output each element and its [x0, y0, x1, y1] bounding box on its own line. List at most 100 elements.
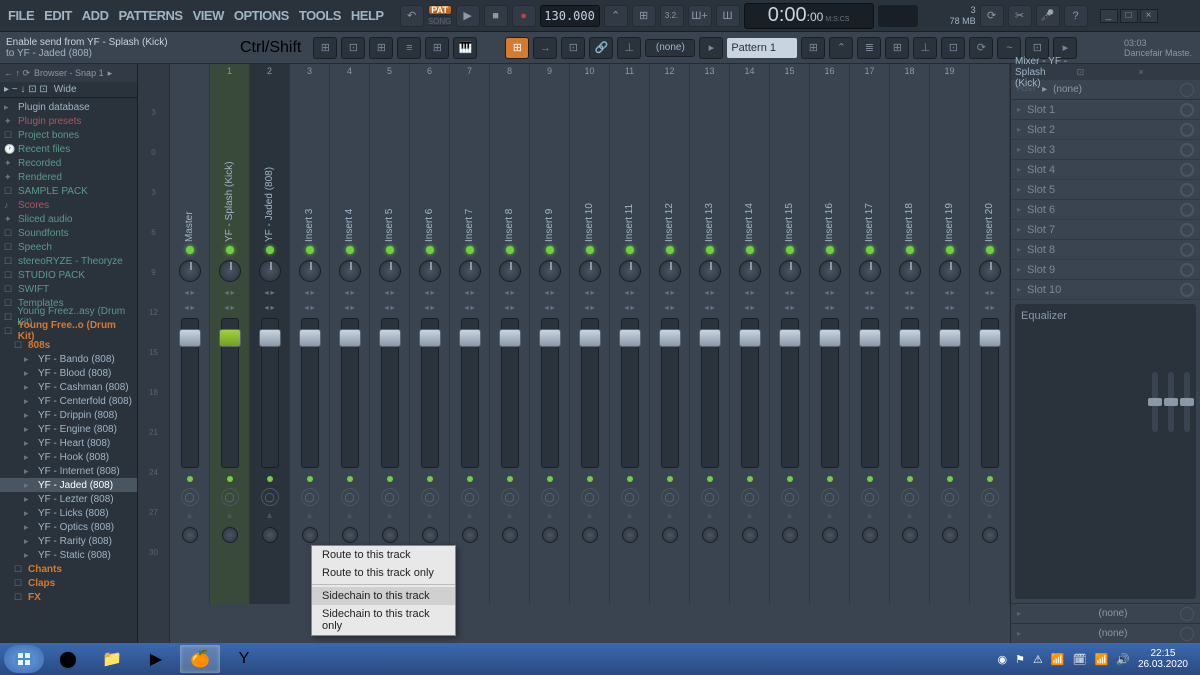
- tray-icon[interactable]: 🗓: [1073, 653, 1087, 666]
- pan-knob[interactable]: [379, 260, 401, 282]
- mic-button[interactable]: 🎤: [1036, 5, 1060, 27]
- send-knob[interactable]: ◯: [981, 488, 999, 506]
- mute-button[interactable]: [427, 476, 433, 482]
- pan-knob[interactable]: [419, 260, 441, 282]
- mixer-track[interactable]: 2YF - Jaded (808)◂▸◂▸◯▴: [250, 64, 290, 604]
- volume-fader[interactable]: [901, 318, 919, 468]
- pan-knob[interactable]: [939, 260, 961, 282]
- menu-help[interactable]: HELP: [347, 6, 388, 25]
- volume-fader[interactable]: [741, 318, 759, 468]
- record-button[interactable]: ●: [512, 5, 536, 27]
- loop-rec-button[interactable]: Ш: [716, 5, 740, 27]
- browser-item[interactable]: ▸Plugin database: [0, 100, 137, 114]
- stop-button[interactable]: ■: [484, 5, 508, 27]
- mixer-track[interactable]: 5Insert 5◂▸◂▸◯▴: [370, 64, 410, 604]
- pan-knob[interactable]: [259, 260, 281, 282]
- tool-button[interactable]: ⊥: [913, 37, 937, 59]
- mute-button[interactable]: [987, 476, 993, 482]
- browser-item[interactable]: ▸YF - Cashman (808): [0, 380, 137, 394]
- mute-button[interactable]: [627, 476, 633, 482]
- mute-button[interactable]: [787, 476, 793, 482]
- send-knob[interactable]: ◯: [741, 488, 759, 506]
- send-knob[interactable]: ◯: [941, 488, 959, 506]
- send-knob[interactable]: ◯: [821, 488, 839, 506]
- send-knob[interactable]: ◯: [541, 488, 559, 506]
- menu-options[interactable]: OPTIONS: [230, 6, 293, 25]
- send-knob[interactable]: ◯: [381, 488, 399, 506]
- browser-item[interactable]: ▸YF - Drippin (808): [0, 408, 137, 422]
- pan-knob[interactable]: [179, 260, 201, 282]
- volume-fader[interactable]: [861, 318, 879, 468]
- send-knob[interactable]: ◯: [181, 488, 199, 506]
- send-knob[interactable]: ◯: [581, 488, 599, 506]
- mixer-track[interactable]: Insert 20◂▸◂▸◯▴: [970, 64, 1010, 604]
- mute-button[interactable]: [947, 476, 953, 482]
- gain-knob[interactable]: [1180, 83, 1194, 97]
- pattern-mode-button[interactable]: PAT: [428, 5, 452, 15]
- mute-button[interactable]: [667, 476, 673, 482]
- pan-knob[interactable]: [979, 260, 1001, 282]
- fx-slot[interactable]: ▸Slot 8: [1011, 240, 1200, 260]
- browser-item[interactable]: ☐Young Free..o (Drum Kit): [0, 324, 137, 338]
- browser-item[interactable]: ☐Claps: [0, 576, 137, 590]
- mute-button[interactable]: [467, 476, 473, 482]
- send-knob[interactable]: ◯: [301, 488, 319, 506]
- send-level-knob[interactable]: [902, 527, 918, 543]
- volume-fader[interactable]: [781, 318, 799, 468]
- volume-fader[interactable]: [981, 318, 999, 468]
- mute-button[interactable]: [187, 476, 193, 482]
- fx-input[interactable]: POST ▸(none): [1011, 80, 1200, 100]
- tempo-display[interactable]: 130.000: [540, 5, 600, 27]
- tool-button[interactable]: ≡: [397, 37, 421, 59]
- metronome-button[interactable]: ⌃: [604, 5, 628, 27]
- wide-toggle[interactable]: Wide: [54, 84, 77, 95]
- taskbar-app[interactable]: ⬤: [48, 645, 88, 673]
- browser-item[interactable]: ▸YF - Heart (808): [0, 436, 137, 450]
- equalizer[interactable]: Equalizer: [1015, 304, 1196, 599]
- tool-button[interactable]: ⊞: [885, 37, 909, 59]
- taskbar-clock[interactable]: 22:15 26.03.2020: [1138, 648, 1188, 670]
- send-level-knob[interactable]: [542, 527, 558, 543]
- pan-knob[interactable]: [219, 260, 241, 282]
- send-level-knob[interactable]: [502, 527, 518, 543]
- tool-button[interactable]: ⊞: [369, 37, 393, 59]
- fx-output-2[interactable]: ▸(none): [1011, 623, 1200, 643]
- tool-button[interactable]: ⊞: [801, 37, 825, 59]
- browser-item[interactable]: 🕐Recent files: [0, 142, 137, 156]
- snap-selector[interactable]: (none): [645, 39, 695, 57]
- mixer-track[interactable]: 10Insert 10◂▸◂▸◯▴: [570, 64, 610, 604]
- volume-fader[interactable]: [701, 318, 719, 468]
- send-level-knob[interactable]: [742, 527, 758, 543]
- mute-button[interactable]: [867, 476, 873, 482]
- mixer-track[interactable]: 6Insert 6◂▸◂▸◯▴: [410, 64, 450, 604]
- fx-slot[interactable]: ▸Slot 3: [1011, 140, 1200, 160]
- pattern-name[interactable]: Pattern 1: [727, 38, 797, 58]
- browser-item[interactable]: ▸YF - Engine (808): [0, 422, 137, 436]
- wait-button[interactable]: ⊞: [632, 5, 656, 27]
- volume-fader[interactable]: [661, 318, 679, 468]
- volume-fader[interactable]: [941, 318, 959, 468]
- context-menu-item[interactable]: Route to this track: [312, 546, 455, 564]
- browser-item[interactable]: ▸YF - Optics (808): [0, 520, 137, 534]
- tool-button[interactable]: ⊞: [425, 37, 449, 59]
- pan-knob[interactable]: [459, 260, 481, 282]
- browser-item[interactable]: ♪Scores: [0, 198, 137, 212]
- tool-button[interactable]: ⊡: [561, 37, 585, 59]
- browser-item[interactable]: ☐Project bones: [0, 128, 137, 142]
- fx-slot[interactable]: ▸Slot 2: [1011, 120, 1200, 140]
- slot-knob[interactable]: [1180, 123, 1194, 137]
- send-level-knob[interactable]: [422, 527, 438, 543]
- browser-item[interactable]: ☐FX: [0, 590, 137, 604]
- mute-button[interactable]: [547, 476, 553, 482]
- browser-item[interactable]: ☐STUDIO PACK: [0, 268, 137, 282]
- mixer-track[interactable]: 1YF - Splash (Kick)◂▸◂▸◯▴: [210, 64, 250, 604]
- send-level-knob[interactable]: [862, 527, 878, 543]
- mixer-track[interactable]: 4Insert 4◂▸◂▸◯▴: [330, 64, 370, 604]
- fx-slot[interactable]: ▸Slot 5: [1011, 180, 1200, 200]
- menu-edit[interactable]: EDIT: [40, 6, 76, 25]
- pan-knob[interactable]: [859, 260, 881, 282]
- browser-item[interactable]: ▸YF - Lezter (808): [0, 492, 137, 506]
- scissors-button[interactable]: ✂: [1008, 5, 1032, 27]
- volume-fader[interactable]: [461, 318, 479, 468]
- mute-button[interactable]: [907, 476, 913, 482]
